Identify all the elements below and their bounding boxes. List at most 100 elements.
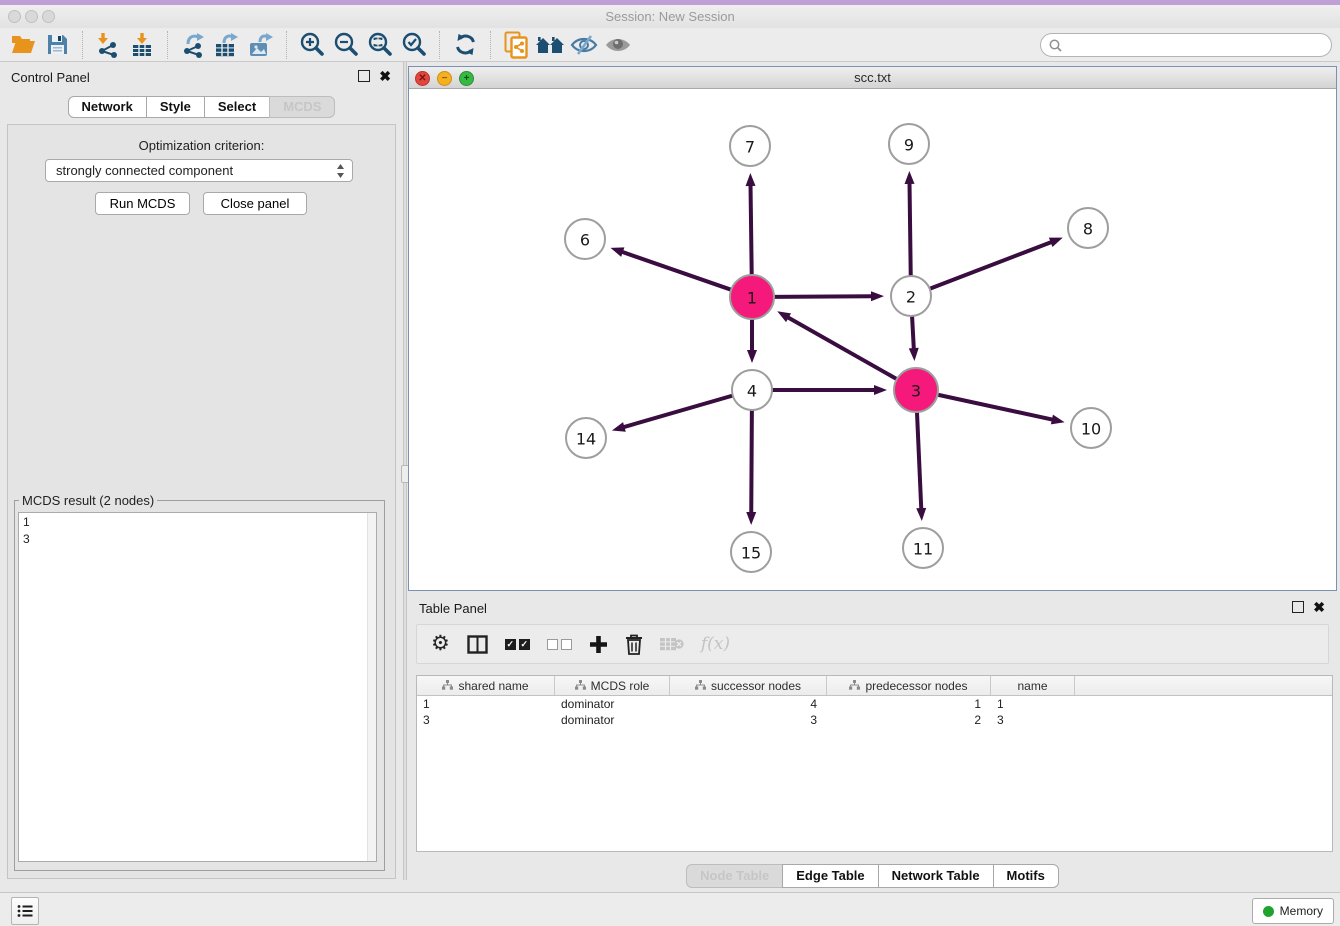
zoom-fit-icon[interactable]	[363, 29, 397, 61]
window-close-button[interactable]	[8, 10, 21, 23]
graph-node-label-6: 6	[580, 231, 590, 250]
close-panel-button[interactable]: Close panel	[203, 192, 307, 215]
graph-edge-3-11[interactable]	[917, 410, 921, 509]
import-network-icon[interactable]	[91, 29, 125, 61]
tab-network-table[interactable]: Network Table	[878, 864, 994, 888]
vertical-splitter[interactable]	[403, 62, 407, 880]
column-header-predecessor-nodes[interactable]: predecessor nodes	[827, 676, 991, 695]
float-panel-icon[interactable]	[358, 70, 370, 82]
graph-edge-2-9[interactable]	[910, 183, 911, 278]
graph-edge-3-10[interactable]	[936, 394, 1053, 419]
cell-mcds-role[interactable]: dominator	[555, 713, 670, 727]
criterion-dropdown[interactable]: strongly connected component	[45, 159, 353, 182]
graph-node-label-1: 1	[747, 289, 757, 308]
tab-network[interactable]: Network	[68, 96, 147, 118]
select-all-icon[interactable]: ✓✓	[505, 630, 530, 658]
tab-node-table[interactable]: Node Table	[686, 864, 783, 888]
save-session-icon[interactable]	[40, 29, 74, 61]
delete-column-icon[interactable]	[660, 630, 684, 658]
graph-edge-2-8[interactable]	[928, 242, 1052, 290]
column-type-icon	[695, 679, 706, 693]
graph-arrowhead-2-9	[905, 171, 915, 184]
graph-edge-2-3[interactable]	[912, 314, 914, 349]
cell-predecessor-nodes[interactable]: 1	[827, 697, 991, 711]
column-header-mcds-role[interactable]: MCDS role	[555, 676, 670, 695]
tab-mcds[interactable]: MCDS	[269, 96, 335, 118]
show-task-history-button[interactable]	[11, 897, 39, 925]
search-input[interactable]	[1067, 35, 1331, 55]
graph-edge-1-6[interactable]	[622, 252, 733, 291]
graph-edge-1-7[interactable]	[751, 185, 752, 277]
graph-edge-3-1[interactable]	[788, 317, 899, 380]
float-panel-icon[interactable]	[1292, 601, 1304, 613]
memory-button-label: Memory	[1280, 904, 1323, 918]
graph-node-label-14: 14	[576, 430, 596, 449]
control-panel-header: Control Panel ✖	[0, 62, 403, 92]
cell-shared-name[interactable]: 1	[417, 697, 555, 711]
cell-predecessor-nodes[interactable]: 2	[827, 713, 991, 727]
graph-node-label-2: 2	[906, 288, 916, 307]
cell-shared-name[interactable]: 3	[417, 713, 555, 727]
cell-successor-nodes[interactable]: 3	[670, 713, 827, 727]
show-all-networks-icon[interactable]	[533, 29, 567, 61]
close-panel-icon[interactable]: ✖	[379, 71, 391, 81]
graph-arrowhead-1-4	[747, 350, 757, 363]
deselect-all-icon[interactable]	[547, 630, 572, 658]
zoom-out-icon[interactable]	[329, 29, 363, 61]
clone-network-icon[interactable]	[499, 29, 533, 61]
export-network-icon[interactable]	[176, 29, 210, 61]
import-table-icon[interactable]	[125, 29, 159, 61]
mcds-result-text[interactable]: 1 3	[18, 512, 377, 862]
tab-motifs[interactable]: Motifs	[993, 864, 1059, 888]
cell-successor-nodes[interactable]: 4	[670, 697, 827, 711]
graph-arrowhead-2-8	[1049, 238, 1063, 247]
memory-button[interactable]: Memory	[1252, 898, 1334, 924]
graph-edge-4-15[interactable]	[751, 408, 752, 513]
tab-select[interactable]: Select	[204, 96, 270, 118]
window-minimize-button[interactable]	[25, 10, 38, 23]
cell-name[interactable]: 3	[991, 713, 1075, 727]
column-header-name[interactable]: name	[991, 676, 1075, 695]
add-icon[interactable]	[589, 630, 608, 658]
tab-style[interactable]: Style	[146, 96, 205, 118]
cell-mcds-role[interactable]: dominator	[555, 697, 670, 711]
window-zoom-button[interactable]	[42, 10, 55, 23]
graph-edge-1-2[interactable]	[772, 296, 872, 297]
network-close-button[interactable]: ✕	[415, 71, 430, 86]
search-icon	[1049, 39, 1062, 52]
node-table-body: 1dominator4113dominator323	[417, 696, 1332, 728]
network-window-titlebar: ✕ − + scc.txt	[409, 67, 1336, 89]
apply-layout-icon[interactable]	[448, 29, 482, 61]
network-minimize-button[interactable]: −	[437, 71, 452, 86]
zoom-selected-icon[interactable]	[397, 29, 431, 61]
network-graph[interactable]: 7968124314101511	[409, 89, 1336, 590]
table-row-0[interactable]: 1dominator411	[417, 696, 1332, 712]
tab-edge-table[interactable]: Edge Table	[782, 864, 878, 888]
graph-arrowhead-3-1	[777, 311, 791, 322]
column-header-shared-name[interactable]: shared name	[417, 676, 555, 695]
table-row-1[interactable]: 3dominator323	[417, 712, 1332, 728]
criterion-value: strongly connected component	[56, 163, 233, 178]
close-panel-icon[interactable]: ✖	[1313, 602, 1325, 612]
column-settings-icon[interactable]: ⚙	[431, 630, 450, 658]
split-panel-icon[interactable]	[467, 630, 488, 658]
network-maximize-button[interactable]: +	[459, 71, 474, 86]
network-canvas[interactable]: 7968124314101511	[409, 89, 1336, 590]
control-panel-title: Control Panel	[11, 70, 90, 85]
cell-name[interactable]: 1	[991, 697, 1075, 711]
function-builder-icon[interactable]: f(x)	[701, 630, 730, 658]
hide-graphics-details-icon[interactable]	[567, 29, 601, 61]
birds-eye-view-icon[interactable]	[601, 29, 635, 61]
open-session-icon[interactable]	[6, 29, 40, 61]
export-table-icon[interactable]	[210, 29, 244, 61]
search-box[interactable]	[1040, 33, 1332, 57]
graph-arrowhead-2-3	[909, 348, 919, 361]
result-scrollbar[interactable]	[367, 513, 376, 861]
run-mcds-button[interactable]: Run MCDS	[95, 192, 190, 215]
delete-icon[interactable]	[625, 630, 643, 658]
column-header-successor-nodes[interactable]: successor nodes	[670, 676, 827, 695]
export-image-icon[interactable]	[244, 29, 278, 61]
zoom-in-icon[interactable]	[295, 29, 329, 61]
graph-edge-4-14[interactable]	[623, 395, 734, 427]
toolbar-separator	[82, 31, 83, 59]
